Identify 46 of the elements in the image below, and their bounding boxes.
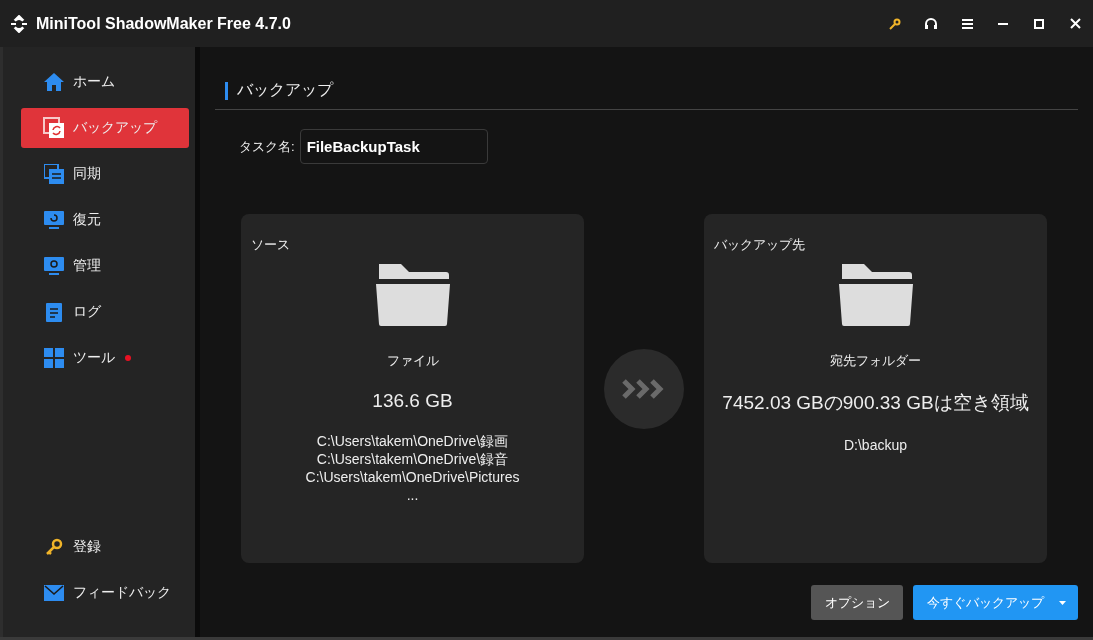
folder-icon bbox=[375, 264, 450, 326]
path-text: D:\backup bbox=[843, 436, 907, 454]
page-title: バックアップ bbox=[237, 80, 333, 100]
sync-icon bbox=[44, 164, 64, 184]
task-name-field[interactable]: FileBackupTask bbox=[299, 129, 488, 164]
sidebar-item[interactable]: 管理 bbox=[21, 246, 189, 286]
path-text: C:\Users\takem\OneDrive\Pictures bbox=[305, 468, 520, 486]
task-name-label: タスク名: bbox=[239, 137, 295, 156]
caret-icon bbox=[1059, 600, 1066, 605]
log-icon bbox=[45, 302, 63, 322]
sidebar-item[interactable]: バックアップ bbox=[21, 108, 189, 148]
card-background[interactable]: ソース ファイル 136.6 GB C:\Users\takem\OneDrive\録画 C:\Users\takem\OneDrive\録音 C:\Users\takem\OneDrive\Pictures ... bbox=[241, 214, 584, 563]
card-background[interactable]: バックアップ先 宛先フォルダー 7452.03 GBの900.33 GBは空き領域 D:\backup bbox=[704, 214, 1047, 563]
maximize-icon[interactable] bbox=[1034, 18, 1044, 29]
card-heading: バックアップ先 bbox=[714, 236, 805, 254]
sidebar-item[interactable]: 復元 bbox=[21, 200, 189, 240]
home-icon bbox=[44, 72, 64, 92]
card-type-label: 宛先フォルダー bbox=[830, 352, 921, 370]
size-text: 136.6 GB bbox=[372, 390, 453, 412]
path-text: C:\Users\takem\OneDrive\録音 bbox=[316, 450, 509, 468]
card-heading: ソース bbox=[251, 236, 290, 254]
backup-icon bbox=[43, 117, 65, 139]
path-text: ... bbox=[406, 486, 419, 504]
sidebar-item[interactable]: ツール bbox=[21, 338, 189, 378]
minimize-icon[interactable] bbox=[998, 22, 1008, 25]
envelope-icon bbox=[44, 585, 64, 601]
sidebar-item[interactable]: フィードバック bbox=[21, 573, 189, 613]
headset-icon[interactable] bbox=[925, 17, 937, 30]
close-icon[interactable] bbox=[1069, 18, 1081, 29]
grid-icon bbox=[44, 348, 64, 368]
options-button[interactable]: オプション bbox=[811, 585, 903, 620]
key-icon bbox=[45, 538, 63, 556]
restore-icon bbox=[44, 210, 64, 230]
folder-icon bbox=[838, 264, 913, 326]
sidebar-item[interactable]: ログ bbox=[21, 292, 189, 332]
app-logo-icon bbox=[10, 14, 28, 33]
menu-icon[interactable] bbox=[961, 18, 973, 29]
sidebar-item[interactable]: 同期 bbox=[21, 154, 189, 194]
key-icon[interactable] bbox=[889, 17, 901, 30]
monitor-gear-icon bbox=[44, 256, 64, 276]
size-text: 7452.03 GBの900.33 GBは空き領域 bbox=[722, 391, 1029, 415]
sidebar-item[interactable]: ホーム bbox=[21, 62, 189, 102]
card-type-label: ファイル bbox=[386, 352, 439, 370]
path-text: C:\Users\takem\OneDrive\録画 bbox=[316, 432, 509, 450]
window-title: MiniTool ShadowMaker Free 4.7.0 bbox=[36, 14, 292, 33]
sidebar-item[interactable]: 登録 bbox=[21, 527, 189, 567]
